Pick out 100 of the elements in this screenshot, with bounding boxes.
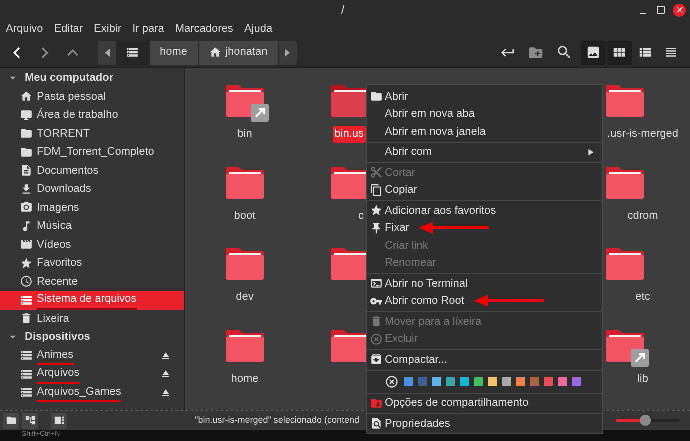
path-button[interactable] — [116, 40, 150, 64]
terminal-icon — [370, 277, 383, 290]
status-text: "bin.usr-is-merged" selecionado (contend — [195, 414, 360, 427]
menu-item[interactable]: Ajuda — [244, 20, 273, 38]
eject-icon[interactable] — [160, 368, 172, 380]
color-swatch[interactable] — [544, 377, 553, 386]
sidebar-item[interactable]: Sistema de arquivos — [0, 291, 184, 310]
menu-option[interactable]: Abrir como Root — [385, 293, 464, 310]
sidebar-item[interactable]: Música — [0, 217, 184, 236]
menu-item[interactable]: Ir para — [132, 20, 164, 38]
drive-icon — [20, 368, 33, 381]
maximize-icon[interactable] — [655, 4, 667, 16]
view-toggle-button[interactable] — [607, 40, 632, 64]
drive-icon — [20, 349, 33, 362]
color-swatch[interactable] — [572, 377, 581, 386]
drive-icon — [126, 46, 139, 59]
color-swatch[interactable] — [502, 377, 511, 386]
file-name[interactable]: .usr-is-merged — [606, 126, 680, 142]
file-name[interactable]: bin.us — [332, 126, 366, 142]
folder-icon — [20, 127, 33, 140]
menu-option[interactable]: Fixar — [385, 220, 410, 236]
menu-option[interactable]: Propriedades — [385, 416, 450, 432]
image-icon — [586, 45, 601, 60]
drive-icon — [20, 386, 33, 400]
properties-icon — [370, 417, 383, 430]
sidebar-item[interactable]: FDM_Torrent_Completo — [0, 143, 184, 162]
sidebar-item[interactable]: Documentos — [0, 162, 184, 180]
menu-option[interactable]: Abrir com — [385, 144, 432, 160]
view-toggle-button[interactable] — [581, 40, 606, 64]
file-name[interactable]: cdrom — [626, 208, 660, 224]
right-triangle-icon — [285, 48, 290, 56]
path-button[interactable]: jhonatan — [198, 40, 279, 64]
menu-option[interactable]: Copiar — [385, 182, 418, 198]
color-swatch[interactable] — [460, 377, 469, 386]
sidebar-item[interactable]: Arquivos_Games — [0, 384, 184, 402]
menu-option[interactable]: Opções de compartilhamento — [385, 395, 529, 412]
tree-button[interactable] — [22, 412, 38, 428]
trash-icon — [370, 315, 383, 328]
color-swatch[interactable] — [404, 377, 413, 386]
folder-icon[interactable] — [225, 328, 265, 362]
sidebar-item[interactable]: Favoritos — [0, 254, 184, 272]
color-swatch[interactable] — [474, 377, 483, 386]
menu-item[interactable]: Exibir — [94, 20, 122, 38]
places-button[interactable] — [3, 412, 19, 428]
color-swatch[interactable] — [530, 377, 539, 386]
folder-icon[interactable] — [605, 166, 645, 200]
menu-item[interactable]: Arquivo — [6, 20, 44, 38]
color-swatch[interactable] — [432, 377, 441, 386]
color-swatch[interactable] — [558, 377, 567, 386]
folder-icon[interactable] — [605, 84, 645, 118]
path-button[interactable]: home — [150, 40, 199, 64]
file-name[interactable]: boot — [232, 208, 258, 224]
color-swatch[interactable] — [446, 377, 455, 386]
compact-view-icon — [664, 45, 679, 60]
folder-icon[interactable] — [605, 247, 645, 281]
folder-icon — [20, 146, 33, 159]
document-icon — [20, 164, 33, 178]
new-folder-icon[interactable] — [528, 44, 544, 60]
color-swatch[interactable] — [418, 377, 427, 386]
menu-option[interactable]: Adicionar aos favoritos — [385, 202, 496, 219]
menu-item[interactable]: Marcadores — [175, 20, 234, 38]
remove-color-icon[interactable] — [385, 374, 399, 388]
file-name[interactable]: etc — [634, 289, 652, 306]
drive-icon — [20, 294, 33, 307]
trash-icon — [20, 312, 33, 326]
sidebar-item[interactable]: Recente — [0, 272, 184, 291]
left-triangle-icon — [104, 48, 110, 56]
sidebar-toggle-button[interactable] — [51, 412, 67, 428]
close-button[interactable] — [673, 4, 686, 16]
sidebar-item[interactable]: Área de trabalho — [0, 106, 184, 124]
file-name[interactable]: bin — [236, 126, 254, 142]
sidebar-item[interactable]: Animes — [0, 346, 184, 365]
sidebar-item[interactable]: TORRENT — [0, 124, 184, 143]
color-swatch[interactable] — [516, 377, 525, 386]
menu-option[interactable]: Abrir em nova aba — [385, 106, 475, 122]
file-name[interactable]: dev — [234, 289, 256, 306]
menu-option[interactable]: Abrir no Terminal — [385, 276, 468, 292]
zoom-slider[interactable] — [616, 414, 680, 426]
sidebar-item[interactable]: Lixeira — [0, 310, 184, 328]
folder-icon[interactable] — [225, 247, 265, 281]
search-icon[interactable] — [556, 44, 573, 61]
film-icon — [20, 238, 33, 252]
zoom-slider-thumb[interactable] — [640, 415, 651, 426]
sidebar-icon — [54, 415, 64, 426]
pin-icon — [370, 222, 383, 235]
menu-option[interactable]: Abrir — [385, 88, 408, 105]
file-name[interactable]: c — [356, 208, 366, 224]
sidebar-item[interactable]: Downloads — [0, 180, 184, 198]
sidebar-item[interactable]: Pasta pessoal — [0, 88, 184, 106]
file-name[interactable]: home — [229, 370, 261, 387]
menu-item[interactable]: Editar — [54, 20, 84, 38]
monitor-icon — [20, 108, 33, 122]
sidebar-item[interactable]: Imagens — [0, 198, 184, 217]
color-swatch[interactable] — [488, 377, 497, 386]
sidebar-item[interactable]: Vídeos — [0, 236, 184, 254]
sidebar-item[interactable]: Arquivos — [0, 365, 184, 384]
file-name[interactable]: lib — [635, 370, 650, 387]
menu-option[interactable]: Compactar... — [385, 352, 448, 368]
menu-option[interactable]: Abrir em nova janela — [385, 124, 486, 140]
folder-icon[interactable] — [225, 166, 265, 200]
